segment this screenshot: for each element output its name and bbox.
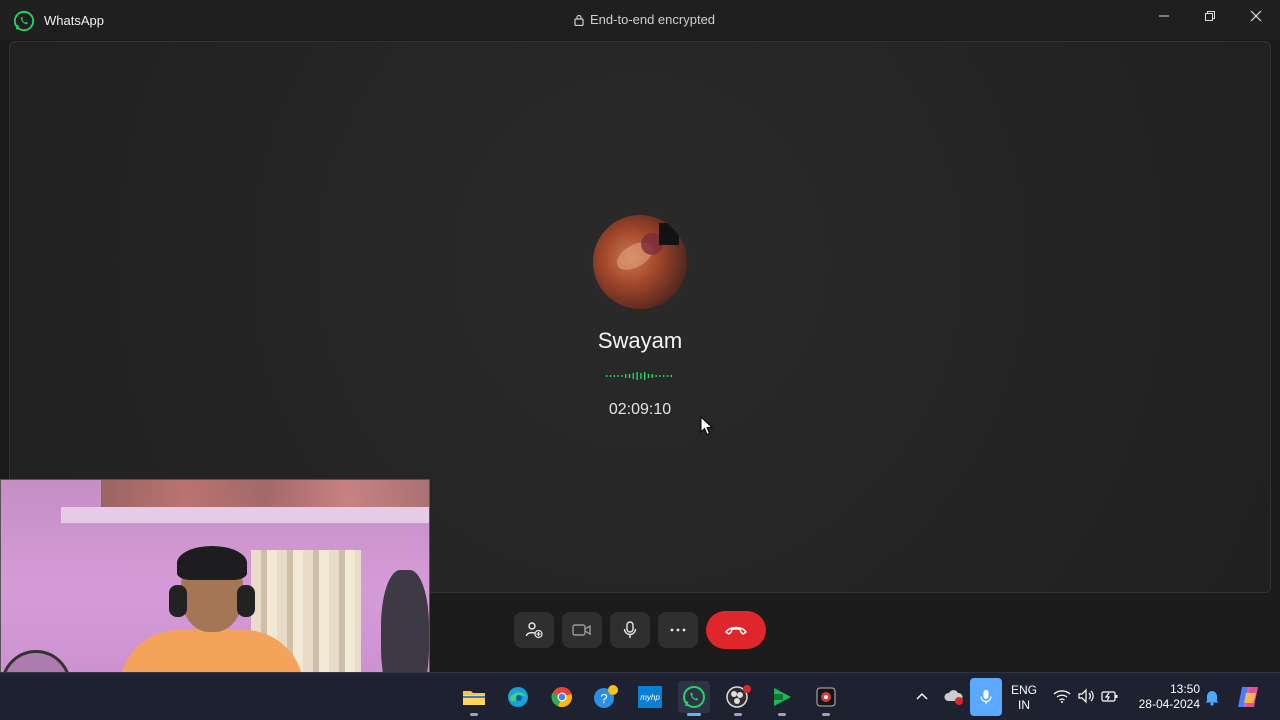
- chevron-up-icon[interactable]: [915, 691, 929, 701]
- mute-button[interactable]: [610, 612, 650, 648]
- language-code: ENG: [1010, 683, 1037, 697]
- lock-icon: [574, 14, 584, 26]
- caller-avatar: [593, 215, 687, 309]
- language-indicator[interactable]: ENG IN: [1008, 683, 1040, 713]
- video-editor-icon: [774, 688, 791, 706]
- more-options-button[interactable]: [658, 612, 698, 648]
- chrome-icon: [551, 687, 572, 708]
- hang-up-icon: [725, 626, 747, 635]
- notification-bell-icon[interactable]: [1204, 688, 1220, 706]
- microphone-icon: [980, 690, 992, 704]
- myhp-icon: myhp: [638, 686, 662, 708]
- speaker-icon[interactable]: [1077, 688, 1095, 704]
- mouse-cursor-icon: [700, 416, 714, 436]
- file-explorer-taskbar-button[interactable]: [458, 681, 490, 716]
- clock-date: 28-04-2024: [1138, 697, 1200, 711]
- video-editor-taskbar-button[interactable]: [766, 681, 798, 716]
- whatsapp-taskbar-button[interactable]: [678, 681, 710, 716]
- call-controls-bar: [0, 594, 1280, 670]
- clock-time: 13:50: [1169, 682, 1200, 696]
- voice-typing-button[interactable]: [970, 678, 1002, 716]
- restore-button[interactable]: [1187, 0, 1233, 32]
- edge-icon: [508, 687, 528, 707]
- chrome-taskbar-button[interactable]: [546, 681, 578, 713]
- myhp-taskbar-button[interactable]: myhp: [634, 681, 666, 713]
- close-icon: [1250, 10, 1262, 22]
- app-icon: [816, 687, 836, 707]
- myhp-label: myhp: [640, 692, 660, 702]
- video-button[interactable]: [562, 612, 602, 648]
- whatsapp-icon: [683, 686, 705, 708]
- cloud-sync-error-icon[interactable]: [944, 688, 964, 706]
- region-code: IN: [1018, 698, 1030, 712]
- edge-taskbar-button[interactable]: [502, 681, 534, 713]
- help-taskbar-button[interactable]: ?: [590, 681, 622, 713]
- title-bar: WhatsApp End-to-end encrypted: [0, 0, 1280, 40]
- call-duration: 02:09:10: [608, 401, 672, 418]
- wifi-icon[interactable]: [1053, 688, 1071, 704]
- svg-text:?: ?: [600, 691, 607, 706]
- end-call-button[interactable]: [706, 611, 766, 649]
- restore-icon: [1205, 11, 1215, 21]
- whatsapp-logo-icon: [13, 10, 35, 32]
- app-taskbar-button[interactable]: [810, 681, 842, 716]
- add-participant-button[interactable]: [514, 612, 554, 648]
- battery-charging-icon[interactable]: [1101, 688, 1119, 704]
- minimize-button[interactable]: [1141, 0, 1187, 32]
- ellipsis-icon: [670, 628, 686, 632]
- audio-wave-icon: [606, 372, 672, 380]
- video-camera-icon: [572, 624, 591, 636]
- app-name: WhatsApp: [44, 13, 104, 28]
- minimize-icon: [1159, 15, 1169, 17]
- clock[interactable]: 13:50 28-04-2024: [1130, 682, 1200, 712]
- close-button[interactable]: [1233, 0, 1279, 32]
- encryption-notice: End-to-end encrypted: [574, 12, 715, 27]
- help-icon: ?: [594, 685, 618, 708]
- obs-icon: [726, 685, 751, 708]
- caller-name: Swayam: [597, 328, 683, 353]
- copilot-icon[interactable]: [1236, 685, 1262, 709]
- file-explorer-icon: [463, 691, 485, 705]
- obs-taskbar-button[interactable]: [722, 681, 754, 716]
- taskbar: ? myhp ENG IN 13:50 28-04-2024: [0, 672, 1280, 720]
- microphone-icon: [623, 621, 637, 638]
- add-person-icon: [525, 622, 543, 639]
- encryption-label: End-to-end encrypted: [590, 12, 716, 27]
